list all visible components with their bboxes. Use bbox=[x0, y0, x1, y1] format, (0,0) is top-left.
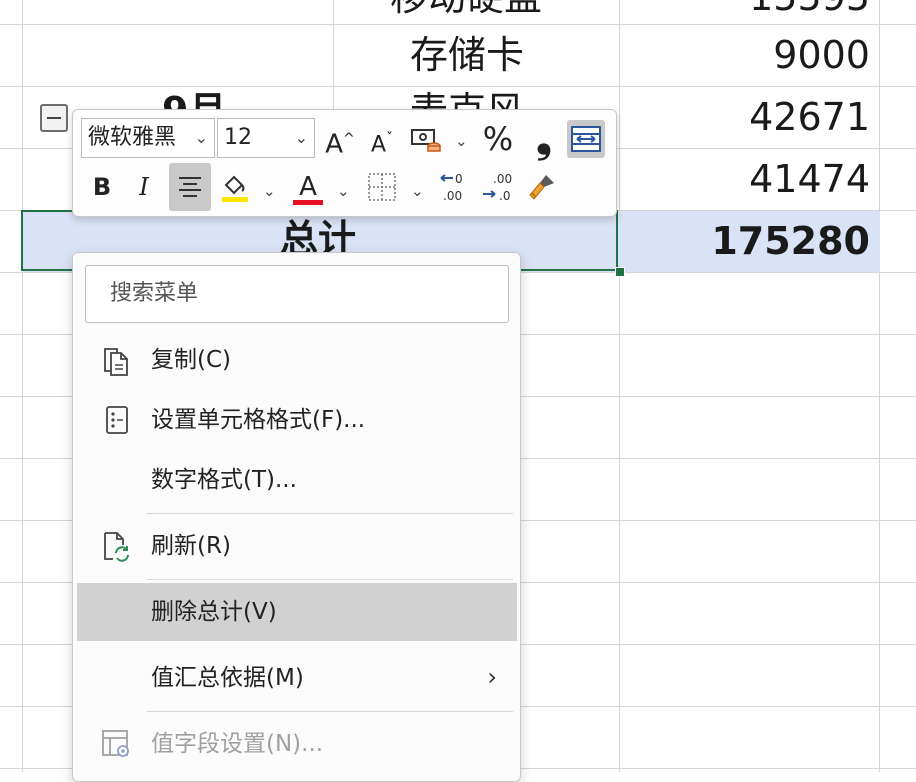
shrink-font-icon: A bbox=[370, 132, 387, 158]
format-painter-button[interactable] bbox=[523, 168, 561, 206]
menu-item-label: 值汇总依据(M) bbox=[151, 665, 304, 691]
collapse-group-button[interactable] bbox=[40, 104, 68, 132]
menu-item-number-format[interactable]: 数字格式(T)... bbox=[77, 451, 517, 509]
font-name-value: 微软雅黑 bbox=[88, 125, 177, 150]
chevron-down-icon[interactable]: ⌄ bbox=[455, 132, 468, 150]
italic-button[interactable]: I bbox=[125, 168, 163, 206]
menu-item-refresh[interactable]: 刷新(R) bbox=[77, 517, 517, 575]
increase-decimal-button[interactable]: 0 .00 bbox=[435, 168, 473, 206]
merge-center-button[interactable] bbox=[567, 120, 605, 158]
menu-item-label: 刷新(R) bbox=[151, 533, 231, 559]
fill-handle[interactable] bbox=[615, 267, 625, 277]
paint-bucket-icon bbox=[222, 175, 248, 202]
align-center-icon bbox=[179, 177, 201, 197]
chevron-down-icon: ⌄ bbox=[294, 128, 308, 147]
chevron-down-icon[interactable]: ⌄ bbox=[263, 182, 276, 200]
format-cells-icon bbox=[106, 406, 128, 434]
borders-button[interactable] bbox=[363, 168, 401, 206]
menu-separator bbox=[147, 711, 513, 712]
refresh-icon bbox=[104, 532, 129, 562]
chevron-down-icon[interactable]: ⌄ bbox=[411, 182, 424, 200]
copy-icon bbox=[104, 348, 128, 376]
svg-text:.00: .00 bbox=[443, 189, 462, 203]
svg-text:.0: .0 bbox=[499, 189, 510, 203]
borders-icon bbox=[368, 173, 396, 201]
font-size-select[interactable]: 12 ⌄ bbox=[217, 118, 315, 158]
accounting-format-icon bbox=[411, 129, 441, 152]
chevron-down-icon[interactable]: ⌄ bbox=[337, 182, 350, 200]
product-cell[interactable]: 移动硬盘 bbox=[390, 0, 542, 16]
decrease-decimal-button[interactable]: .00 .0 bbox=[477, 168, 515, 206]
value-cell[interactable]: 42671 bbox=[620, 98, 870, 136]
menu-item-summarize-values-by[interactable]: 值汇总依据(M) › bbox=[77, 649, 517, 707]
decrease-decimal-icon: .00 .0 bbox=[483, 172, 512, 203]
font-color-icon: A bbox=[299, 172, 317, 202]
menu-search-input[interactable]: 搜索菜单 bbox=[85, 265, 509, 323]
comma-style-button[interactable]: ❟ bbox=[525, 119, 563, 159]
grow-font-button[interactable]: A^ bbox=[321, 120, 359, 160]
svg-text:.00: .00 bbox=[493, 172, 512, 186]
format-painter-icon bbox=[529, 175, 554, 200]
total-value-cell[interactable]: 175280 bbox=[620, 222, 870, 260]
bold-button[interactable]: B bbox=[83, 168, 121, 206]
center-align-button[interactable] bbox=[169, 163, 211, 211]
chevron-down-icon: ⌄ bbox=[194, 128, 208, 147]
value-cell[interactable]: 9000 bbox=[620, 36, 870, 74]
fill-color-button[interactable] bbox=[215, 168, 253, 206]
menu-item-copy[interactable]: 复制(C) bbox=[77, 331, 517, 389]
menu-item-label: 复制(C) bbox=[151, 347, 232, 373]
chevron-right-icon: › bbox=[487, 663, 497, 691]
menu-item-label: 值字段设置(N)... bbox=[151, 731, 324, 757]
percent-style-button[interactable]: % bbox=[479, 120, 517, 158]
menu-separator bbox=[147, 579, 513, 580]
product-cell[interactable]: 存储卡 bbox=[410, 36, 524, 74]
accounting-format-button[interactable] bbox=[407, 120, 445, 158]
menu-separator bbox=[147, 513, 513, 514]
value-cell[interactable]: 41474 bbox=[620, 160, 870, 198]
svg-text:0: 0 bbox=[455, 172, 463, 186]
font-name-select[interactable]: 微软雅黑 ⌄ bbox=[81, 118, 215, 158]
field-settings-icon bbox=[102, 730, 129, 757]
merge-center-icon bbox=[571, 126, 601, 152]
font-color-button[interactable]: A bbox=[289, 168, 327, 206]
menu-item-label: 设置单元格格式(F)... bbox=[151, 407, 366, 433]
menu-item-format-cells[interactable]: 设置单元格格式(F)... bbox=[77, 391, 517, 449]
menu-item-label: 数字格式(T)... bbox=[151, 467, 297, 493]
context-menu: 搜索菜单 复制(C) 设置单元格格式(F)... 数字格式(T)... 刷新(R… bbox=[72, 252, 521, 782]
menu-item-value-field-settings[interactable]: 值字段设置(N)... bbox=[77, 715, 517, 773]
mini-toolbar: 微软雅黑 ⌄ 12 ⌄ A^ Aˇ ⌄ % ❟ B I ⌄ A ⌄ ⌄ 0 .0… bbox=[72, 109, 617, 217]
grow-font-icon: A bbox=[325, 129, 344, 160]
value-cell[interactable]: 15595 bbox=[620, 0, 870, 16]
shrink-font-button[interactable]: Aˇ bbox=[363, 120, 401, 158]
font-size-value: 12 bbox=[224, 125, 252, 150]
menu-item-label: 删除总计(V) bbox=[151, 599, 277, 625]
increase-decimal-icon: 0 .00 bbox=[440, 172, 463, 203]
menu-item-remove-grand-total[interactable]: 删除总计(V) bbox=[77, 583, 517, 641]
